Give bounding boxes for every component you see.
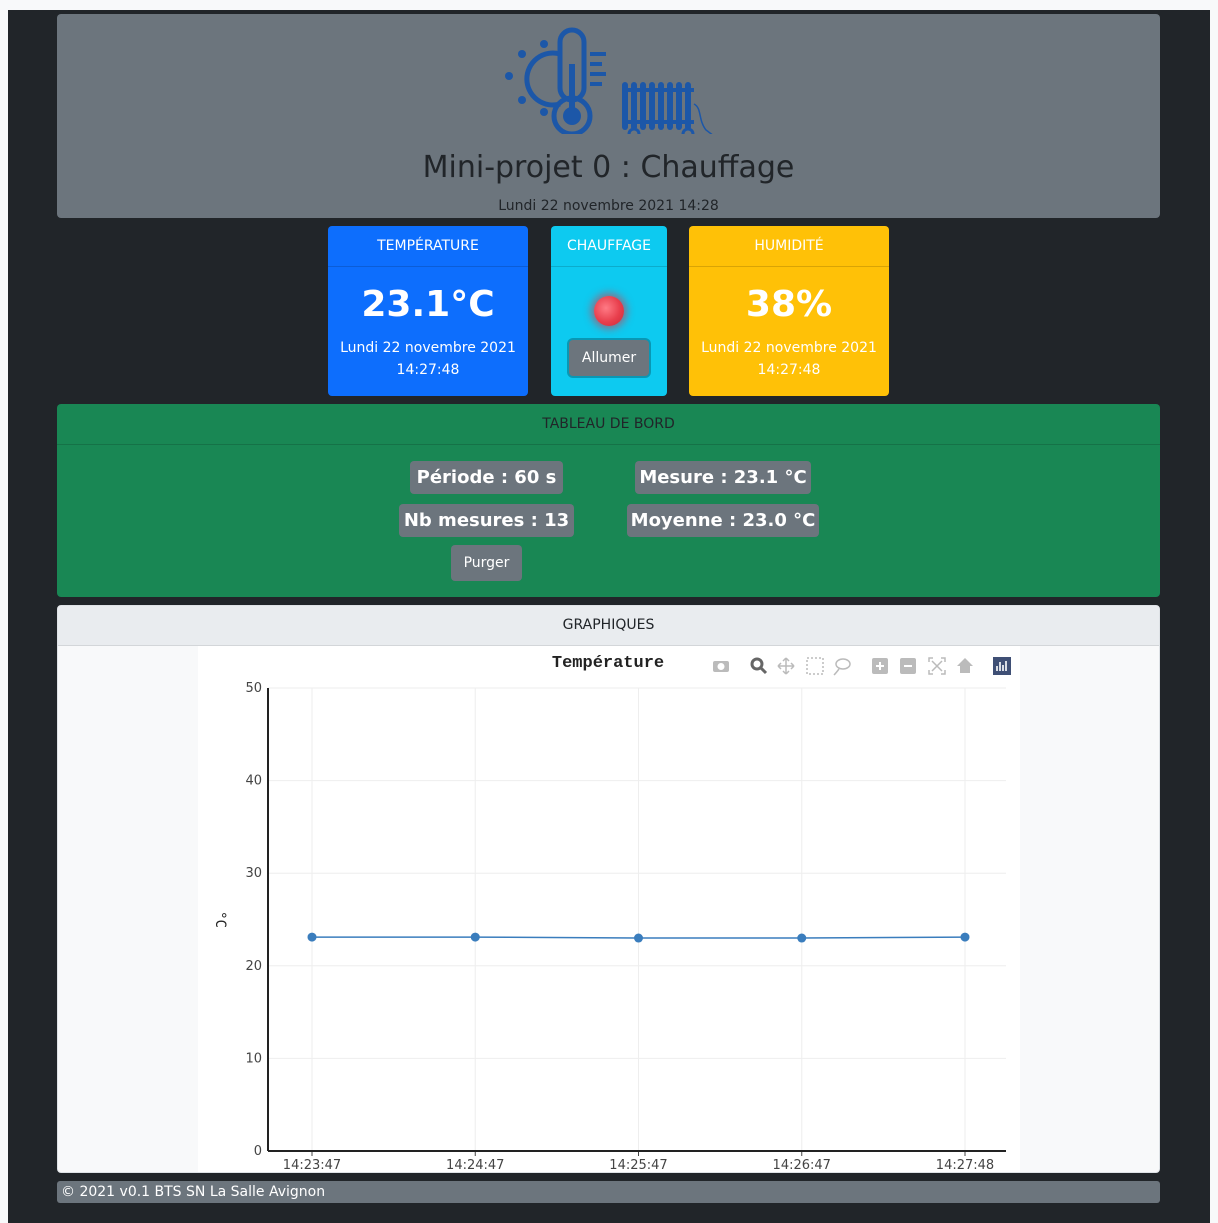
humidity-time: 14:27:48 [757,362,821,378]
lasso-tail [833,668,840,676]
data-point [797,933,807,943]
autoscale-shape [928,657,946,675]
y-tick-label: 50 [245,681,262,696]
y-tick-label: 40 [245,774,262,789]
x-tick-label: 14:24:47 [446,1158,504,1173]
y-tick-label: 10 [245,1051,262,1066]
camera-lens [717,663,725,670]
chart-grid [268,687,1006,1151]
logo-bg [993,657,1011,675]
average-badge: Moyenne : 23.0 °C [627,504,819,537]
humidity-date: Lundi 22 novembre 2021 [701,340,877,356]
pan-arrows [777,657,795,675]
chart-title: Température [552,654,664,673]
header-date: Lundi 22 novembre 2021 14:28 [498,198,719,214]
pan-icon [777,657,795,675]
zoom-out-icon [900,658,916,674]
footer: © 2021 v0.1 BTS SN La Salle Avignon [57,1181,1160,1203]
x-tick-label: 14:26:47 [773,1158,831,1173]
temperature-value: 23.1°C [361,284,495,325]
lasso-loop [835,658,851,670]
zoom-icon [750,657,768,675]
plotly-logo-icon [993,657,1011,675]
period-badge: Période : 60 s [410,461,563,494]
data-point [634,933,643,943]
page-header: Mini-projet 0 : Chauffage Lundi 22 novem… [57,14,1160,218]
autoscale-icon [928,657,946,675]
zoom-in-icon [872,658,888,674]
chart-axes [267,688,1006,1156]
heating-status-led [594,296,624,326]
y-tick-label: 0 [254,1144,262,1159]
graphs-title: GRAPHIQUES [58,606,1159,646]
zoom-handle [759,666,768,675]
purge-button[interactable]: Purger [451,545,522,581]
temperature-date: Lundi 22 novembre 2021 [340,340,516,356]
temperature-card-title: TEMPÉRATURE [328,226,528,267]
x-tick-label: 14:23:47 [283,1158,341,1173]
temperature-time: 14:27:48 [396,362,460,378]
camera-icon [713,661,729,672]
box-outline [806,657,824,675]
data-point [470,932,480,942]
box-select-icon [806,657,824,675]
chart-toolbar [713,657,1011,676]
temperature-chart[interactable]: 0 10 20 30 40 50 14:23:47 14:24:47 14:25:47 14:26… [198,646,1020,1173]
count-badge: Nb mesures : 13 [399,504,574,537]
lasso-icon [833,658,851,676]
graphs-panel: GRAPHIQUES 0 10 20 30 40 50 14:23:47 14:24:47 14… [57,605,1160,1173]
humidity-card: HUMIDITÉ 38% Lundi 22 novembre 2021 14:2… [689,226,889,396]
y-tick-label: 20 [245,959,262,974]
page-title: Mini-projet 0 : Chauffage [422,150,795,185]
dashboard-panel: TABLEAU DE BORD Période : 60 s Mesure : … [57,404,1160,597]
heating-card-title: CHAUFFAGE [551,226,667,267]
dashboard-title: TABLEAU DE BORD [57,404,1160,445]
y-tick-label: 30 [245,866,262,881]
reset-axes-icon [957,658,973,673]
chart-labels: 0 10 20 30 40 50 14:23:47 14:24:47 14:25:47 14:26… [212,654,994,1173]
data-point [960,932,970,942]
data-point [307,932,317,942]
humidity-value: 38% [745,284,833,325]
temperature-card: TEMPÉRATURE 23.1°C Lundi 22 novembre 202… [328,226,528,396]
zoom-lens [750,657,764,671]
plot-area: 0 10 20 30 40 50 14:23:47 14:24:47 14:25:47 14:26… [198,646,1020,1173]
humidity-card-title: HUMIDITÉ [689,226,889,267]
y-axis-title: °C [212,911,228,928]
home-shape [957,658,973,673]
chart-marks [307,932,970,943]
heating-card: CHAUFFAGE Allumer [551,226,667,396]
heating-toggle-button[interactable]: Allumer [569,340,649,376]
measure-badge: Mesure : 23.1 °C [635,461,811,494]
x-tick-label: 14:25:47 [609,1158,667,1173]
heating-logo-icon [505,27,713,134]
x-tick-label: 14:27:48 [936,1158,994,1173]
